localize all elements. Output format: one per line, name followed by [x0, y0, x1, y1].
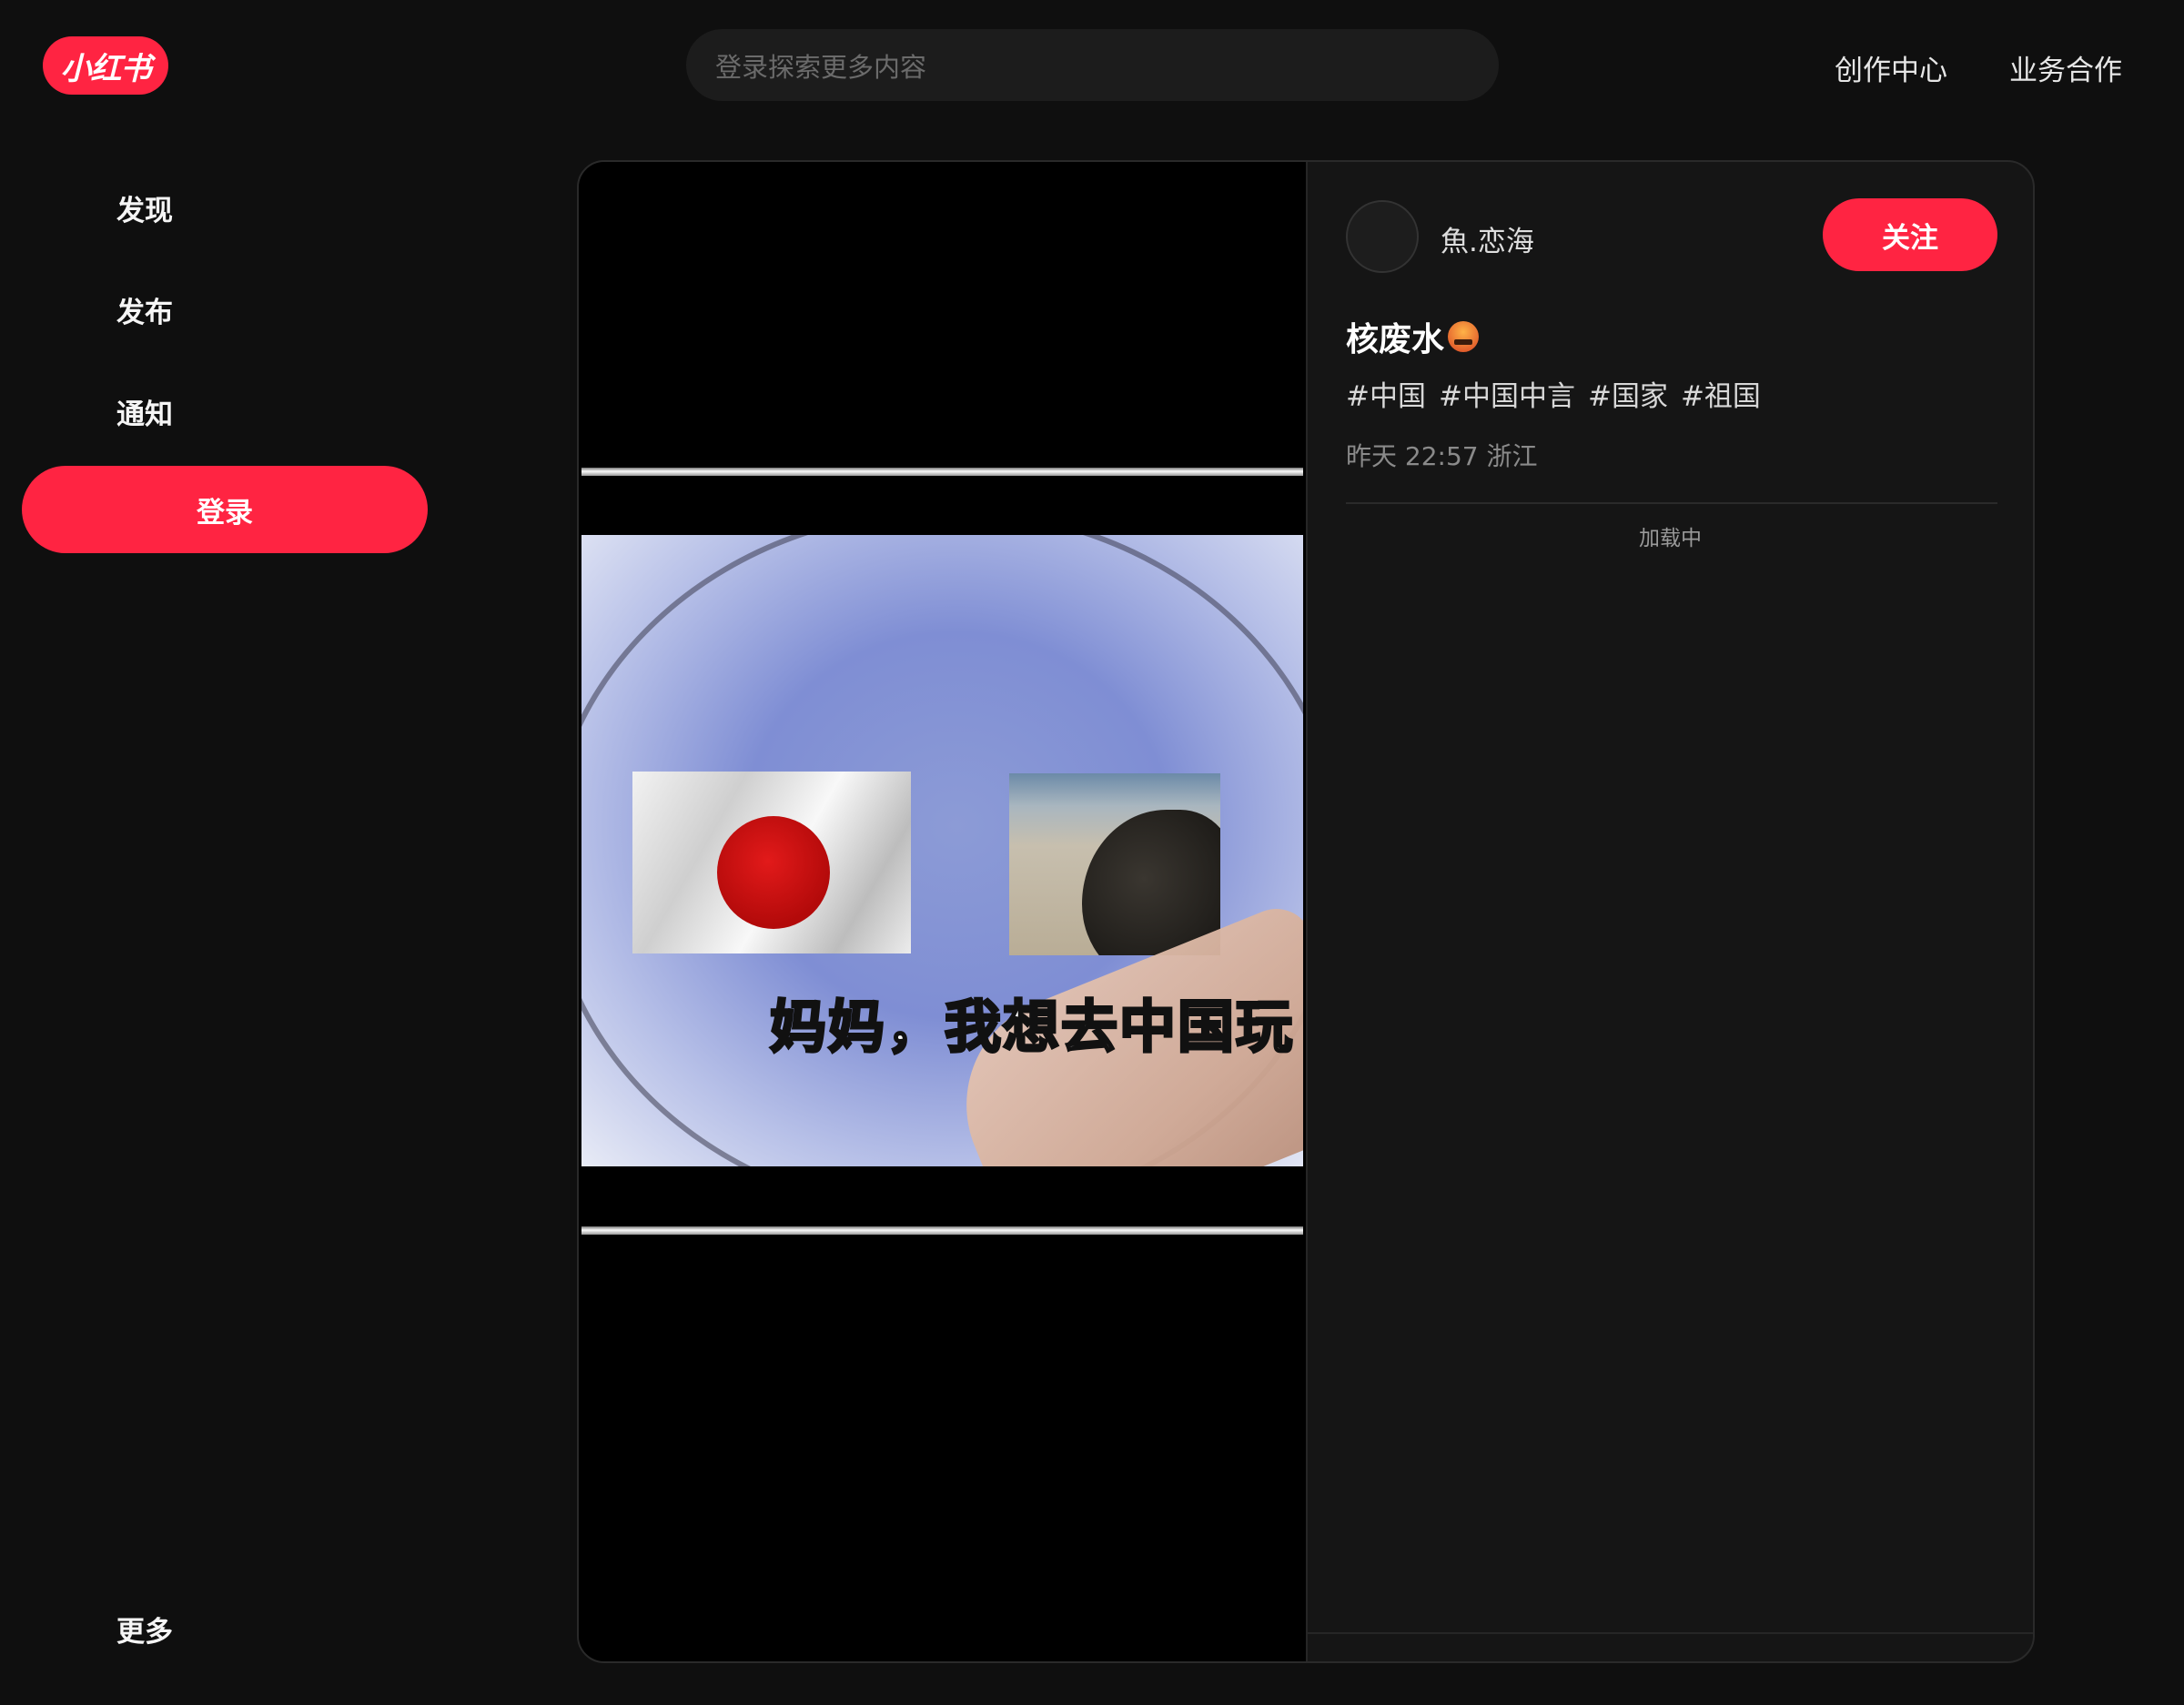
creator-center-link[interactable]: 创作中心 — [1835, 47, 1947, 88]
sidebar-item-notifications[interactable]: 通知 — [116, 391, 173, 432]
author-name[interactable]: 魚.恋海 — [1441, 218, 1534, 259]
video-frame-image: 妈妈，我想去中国玩 — [581, 535, 1303, 1166]
tag-link[interactable]: #祖国 — [1681, 373, 1761, 414]
note-title-text: 核废水 — [1346, 321, 1445, 358]
note-card: 妈妈，我想去中国玩 魚.恋海 关注 核废水 #中国 #中国中言 #国家 #祖国 … — [577, 160, 2035, 1663]
note-video[interactable]: 妈妈，我想去中国玩 — [579, 162, 1308, 1661]
coast-photo-image — [1009, 773, 1220, 955]
comment-bar-divider — [1308, 1632, 2033, 1634]
follow-button[interactable]: 关注 — [1823, 198, 1997, 271]
tag-link[interactable]: #中国 — [1346, 373, 1426, 414]
sidebar-item-publish[interactable]: 发布 — [116, 289, 173, 330]
video-frame-bar-bottom — [581, 1226, 1303, 1235]
comments-loading-text: 加载中 — [1639, 527, 1702, 550]
business-cooperation-link[interactable]: 业务合作 — [2009, 47, 2122, 88]
divider — [1346, 502, 1997, 504]
note-tags: #中国 #中国中言 #国家 #祖国 — [1346, 373, 1761, 414]
note-date-location: 昨天 22:57 浙江 — [1346, 441, 1538, 471]
note-detail-panel: 魚.恋海 关注 核废水 #中国 #中国中言 #国家 #祖国 昨天 22:57 浙… — [1308, 162, 2033, 1661]
japan-flag-image — [632, 772, 911, 953]
sidebar-item-discover[interactable]: 发现 — [116, 187, 173, 228]
video-frame-bar-top — [581, 468, 1303, 476]
sidebar-item-more[interactable]: 更多 — [116, 1609, 173, 1650]
video-subtitle: 妈妈，我想去中国玩 — [768, 993, 1294, 1062]
login-button[interactable]: 登录 — [22, 466, 428, 553]
tag-link[interactable]: #中国中言 — [1439, 373, 1575, 414]
page: 小红书 登录探索更多内容 创作中心 业务合作 发现 发布 通知 登录 更多 妈妈… — [0, 0, 2184, 1705]
flag-sun — [717, 816, 830, 929]
author-avatar[interactable] — [1346, 200, 1419, 273]
note-title: 核废水 — [1346, 313, 1480, 360]
search-input[interactable]: 登录探索更多内容 — [686, 29, 1499, 101]
tag-link[interactable]: #国家 — [1588, 373, 1668, 414]
rock-shape — [1082, 810, 1220, 955]
brand-logo[interactable]: 小红书 — [43, 36, 168, 95]
cursing-face-icon — [1448, 321, 1480, 352]
